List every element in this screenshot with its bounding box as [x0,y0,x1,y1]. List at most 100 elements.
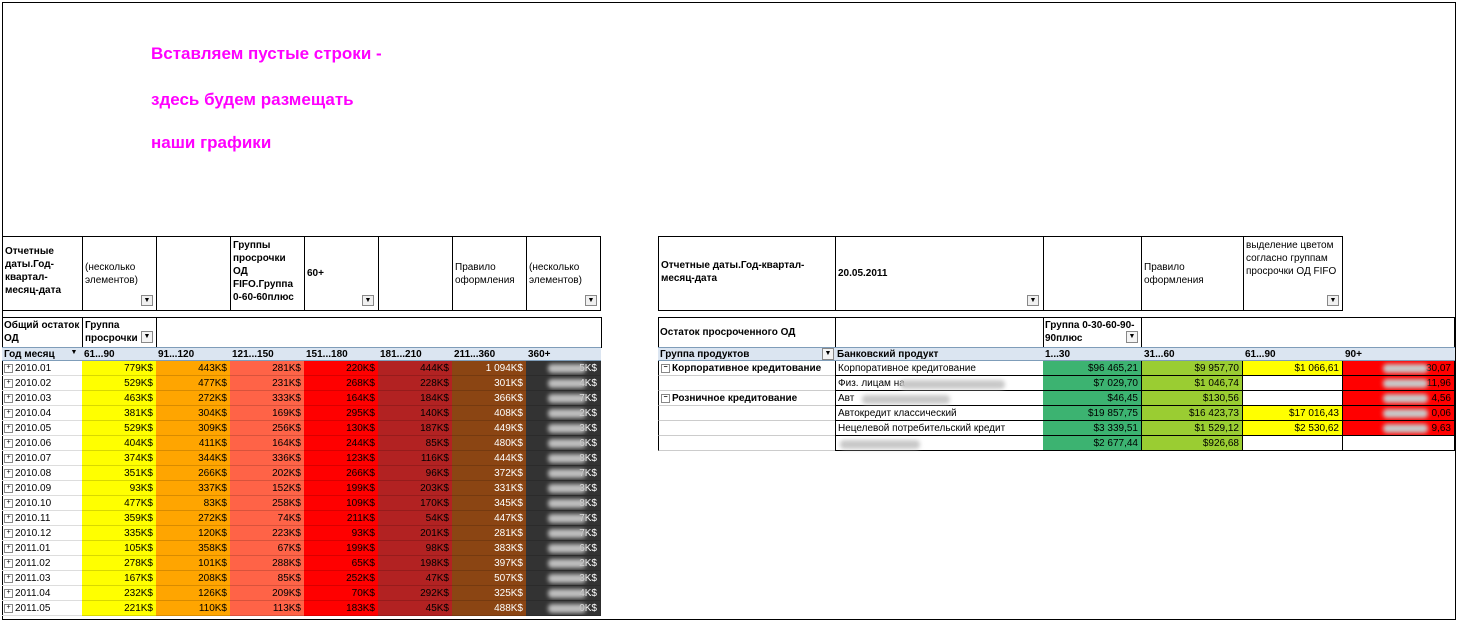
redaction-blur [1383,364,1428,373]
dropdown-arrow-icon[interactable]: ▼ [141,331,153,343]
left-value-cell: 480K$ [452,436,527,451]
left-empty-filter-cell [156,236,231,311]
right-product-cell[interactable]: Корпоративное кредитование [835,361,1044,376]
left-value-cell: 113K$ [230,601,305,616]
left-row-header[interactable]: +2011.04 [2,586,83,601]
expand-icon[interactable]: + [4,543,13,553]
right-group-cell[interactable]: − Розничное кредитование [658,391,836,406]
left-row-header[interactable]: +2011.02 [2,556,83,571]
left-value-cell: 120K$ [156,526,231,541]
left-value-cell: 203K$ [378,481,453,496]
right-value-cell: $1 066,61 [1243,361,1343,376]
expand-icon[interactable]: + [4,573,13,583]
left-value-cell: 3K$ [526,571,601,586]
collapse-icon[interactable]: − [661,363,670,373]
dropdown-arrow-icon[interactable]: ▼ [1126,331,1138,343]
right-product-cell[interactable]: Автокредит классический [835,406,1044,421]
left-column-header[interactable]: 61...90 [82,347,157,361]
expand-icon[interactable]: + [4,378,13,388]
expand-icon[interactable]: + [4,408,13,418]
expand-icon[interactable]: + [4,363,13,373]
expand-icon[interactable]: + [4,558,13,568]
left-row-header[interactable]: +2010.06 [2,436,83,451]
left-row-header[interactable]: +2010.11 [2,511,83,526]
left-value-cell: 3K$ [526,421,601,436]
left-value-cell: 336K$ [230,451,305,466]
left-value-cell: 7K$ [526,526,601,541]
left-value-cell: 223K$ [230,526,305,541]
left-value-cell: 85K$ [230,571,305,586]
redaction-blur [1383,424,1428,433]
left-value-cell: 228K$ [378,376,453,391]
expand-icon[interactable]: + [4,423,13,433]
expand-icon[interactable]: + [4,588,13,598]
expand-icon[interactable]: + [4,453,13,463]
expand-icon[interactable]: + [4,528,13,538]
expand-icon[interactable]: + [4,513,13,523]
left-value-cell: 256K$ [230,421,305,436]
right-column-header[interactable]: 1...30 [1043,347,1142,361]
left-row-header[interactable]: +2010.03 [2,391,83,406]
funnel-icon[interactable]: ▼ [822,348,834,360]
left-value-cell: 408K$ [452,406,527,421]
row-label: 2010.05 [15,423,52,434]
dropdown-arrow-icon[interactable]: ▼ [68,348,80,360]
right-row-field-1-label: Группа продуктов [660,349,750,360]
left-value-cell: 123K$ [304,451,379,466]
left-row-header[interactable]: +2010.02 [2,376,83,391]
right-column-header[interactable]: 90+ [1343,347,1455,361]
left-column-header[interactable]: 211...360 [452,347,527,361]
left-row-header[interactable]: +2010.05 [2,421,83,436]
right-row-field-1-header[interactable]: Группа продуктов [658,347,836,361]
redaction-blur [548,364,586,373]
right-date-filter-label: Отчетные даты.Год-квартал-месяц-дата [658,236,836,311]
left-value-cell: 130K$ [304,421,379,436]
right-value-cell: 4,56 [1343,391,1455,406]
right-group-cell[interactable]: − Корпоративное кредитование [658,361,836,376]
funnel-icon[interactable]: ▼ [1027,295,1039,306]
left-value-cell: 266K$ [304,466,379,481]
right-rule-filter-label: Правило оформления [1141,236,1244,311]
left-value-cell: 232K$ [82,586,157,601]
left-column-header[interactable]: 121...150 [230,347,305,361]
collapse-icon[interactable]: − [661,393,670,403]
left-value-cell: 98K$ [378,541,453,556]
left-row-header[interactable]: +2010.04 [2,406,83,421]
left-value-cell: 101K$ [156,556,231,571]
redaction-blur [548,559,586,568]
right-column-header[interactable]: 31...60 [1142,347,1243,361]
left-column-header[interactable]: 151...180 [304,347,379,361]
expand-icon[interactable]: + [4,393,13,403]
left-value-cell: 351K$ [82,466,157,481]
funnel-icon[interactable]: ▼ [585,295,597,306]
left-row-header[interactable]: +2010.10 [2,496,83,511]
left-row-header[interactable]: +2010.07 [2,451,83,466]
redaction-blur [840,440,920,449]
right-value-cell: 9,63 [1343,421,1455,436]
left-column-header[interactable]: 91...120 [156,347,231,361]
right-row-field-2-header[interactable]: Банковский продукт [835,347,1044,361]
funnel-icon[interactable]: ▼ [362,295,374,306]
expand-icon[interactable]: + [4,438,13,448]
expand-icon[interactable]: + [4,483,13,493]
left-value-cell: 2K$ [526,556,601,571]
left-row-header[interactable]: +2011.05 [2,601,83,616]
left-column-header[interactable]: 360+ [526,347,601,361]
left-column-header[interactable]: 181...210 [378,347,453,361]
left-row-header[interactable]: +2010.08 [2,466,83,481]
right-product-cell[interactable]: Нецелевой потребительский кредит [835,421,1044,436]
left-value-cell: 529K$ [82,421,157,436]
left-value-cell: 779K$ [82,361,157,376]
funnel-icon[interactable]: ▼ [141,295,153,306]
left-row-header[interactable]: +2011.01 [2,541,83,556]
expand-icon[interactable]: + [4,603,13,613]
expand-icon[interactable]: + [4,468,13,478]
right-column-header[interactable]: 61...90 [1243,347,1343,361]
left-value-cell: 381K$ [82,406,157,421]
left-row-header[interactable]: +2011.03 [2,571,83,586]
left-row-header[interactable]: +2010.12 [2,526,83,541]
left-row-header[interactable]: +2010.01 [2,361,83,376]
left-row-header[interactable]: +2010.09 [2,481,83,496]
funnel-icon[interactable]: ▼ [1327,295,1339,306]
expand-icon[interactable]: + [4,498,13,508]
